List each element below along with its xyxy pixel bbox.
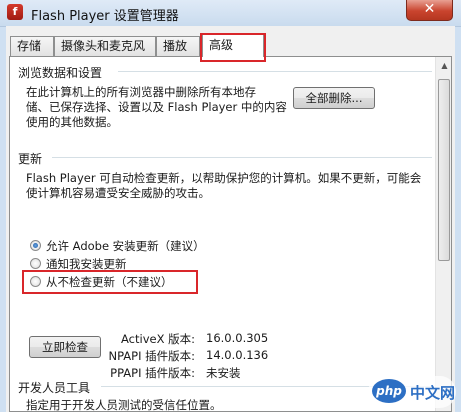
tab-playback[interactable]: 播放 <box>156 36 200 56</box>
advanced-panel: 浏览数据和设置 在此计算机上的所有浏览器中删除所有本地存 储、已保存选择、设置以… <box>9 56 452 412</box>
browsing-description-line: 储、已保存选择、设置以及 Flash Player 中的内容 <box>26 100 287 114</box>
tab-advanced[interactable]: 高级 <box>202 34 264 57</box>
title-bar: f Flash Player 设置管理器 ✕ <box>0 0 461 27</box>
version-value-npapi: 14.0.0.136 <box>206 348 269 362</box>
radio-button[interactable] <box>30 276 41 287</box>
radio-label: 从不检查更新（不建议） <box>46 275 173 289</box>
radio-button-checked[interactable] <box>30 240 41 251</box>
tab-storage[interactable]: 存储 <box>10 36 54 56</box>
php-logo: php <box>372 379 406 403</box>
scrollbar-thumb[interactable] <box>438 79 450 261</box>
delete-all-button[interactable]: 全部删除... <box>293 87 375 109</box>
section-divider <box>118 71 432 72</box>
version-value-activex: 16.0.0.305 <box>206 331 269 345</box>
section-heading-browsing-data: 浏览数据和设置 <box>18 66 103 80</box>
tab-camera-microphone[interactable]: 摄像头和麦克风 <box>54 36 156 56</box>
updates-description-line: 使计算机容易遭受安全威胁的攻击。 <box>26 186 210 200</box>
flash-player-icon: f <box>7 4 23 20</box>
close-button[interactable]: ✕ <box>406 0 453 21</box>
radio-button[interactable] <box>30 258 41 269</box>
updates-description-line: Flash Player 可自动检查更新，以帮助保护您的计算机。如果不更新，可能… <box>26 171 422 185</box>
window-title: Flash Player 设置管理器 <box>31 9 179 24</box>
check-now-button[interactable]: 立即检查 <box>29 336 101 358</box>
radio-label: 允许 Adobe 安装更新（建议） <box>46 239 205 253</box>
section-heading-updates: 更新 <box>18 152 43 166</box>
watermark-text: 中文网 <box>410 384 456 402</box>
developer-description: 指定用于开发人员测试的受信任位置。 <box>26 398 222 412</box>
window-body: 存储 摄像头和麦克风 播放 高级 浏览数据和设置 在此计算机上的所有浏览器中删除… <box>6 26 455 412</box>
section-divider <box>52 157 432 158</box>
version-label-ppapi: PPAPI 插件版本: <box>110 366 195 380</box>
vertical-scrollbar[interactable]: ▲ <box>435 57 451 411</box>
version-label-npapi: NPAPI 插件版本: <box>108 349 195 363</box>
radio-label: 通知我安装更新 <box>46 257 127 271</box>
version-value-ppapi: 未安装 <box>206 366 241 380</box>
version-label-activex: ActiveX 版本: <box>121 332 195 346</box>
browsing-description-line: 在此计算机上的所有浏览器中删除所有本地存 <box>26 85 256 99</box>
section-heading-developer-tools: 开发人员工具 <box>18 381 91 395</box>
browsing-description-line: 使用的其他数据。 <box>26 115 118 129</box>
scroll-up-arrow-icon[interactable]: ▲ <box>436 57 451 74</box>
